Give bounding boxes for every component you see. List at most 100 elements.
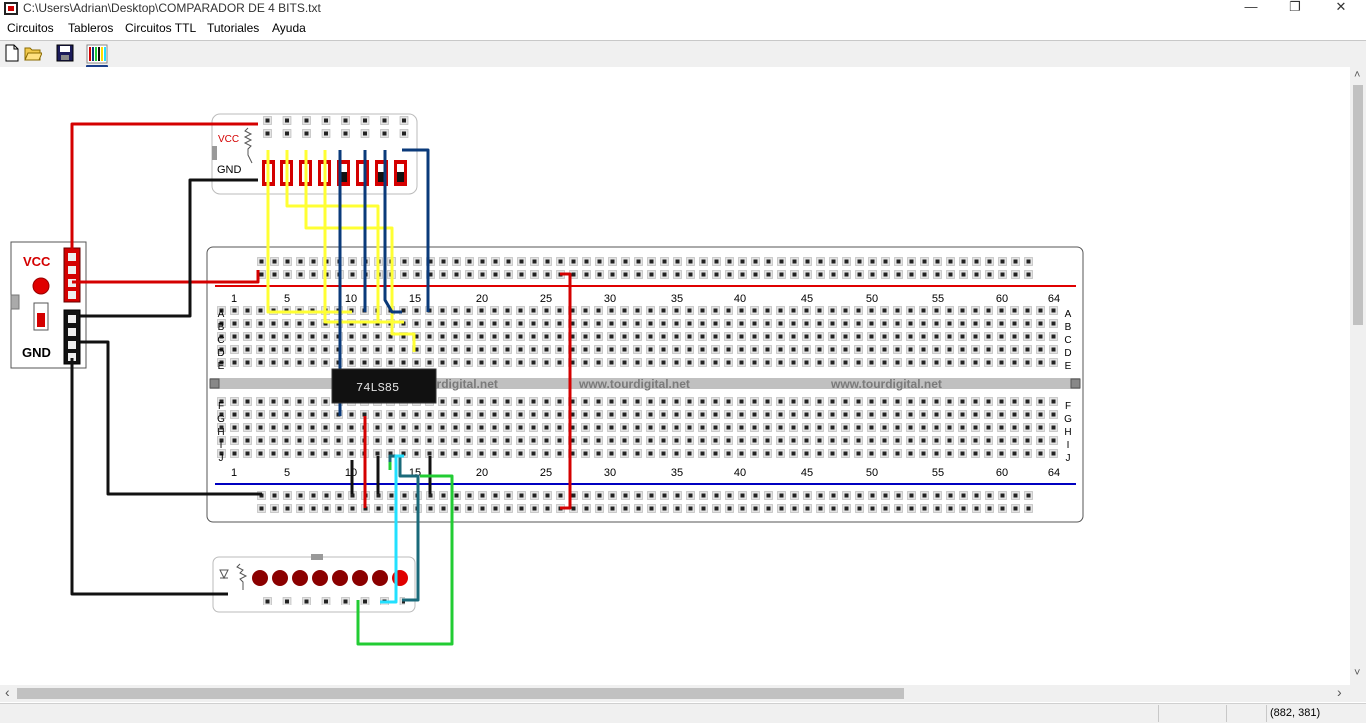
menu-bar: Circuitos Tableros Circuitos TTL Tutoria… [0,19,1366,39]
watermark-2: www.tourdigital.net [578,377,690,391]
bottom-power-rail[interactable] [256,489,1036,515]
led [372,570,388,586]
top-col-30: 30 [604,293,616,305]
menu-circuitos[interactable]: Circuitos [7,21,54,35]
switch-gnd-label: GND [217,164,242,176]
row-letter-I-left: I [220,440,223,451]
row-letter-A-right: A [1065,309,1072,320]
black-wire-gnd-leds[interactable] [70,358,228,596]
menu-circuitos-ttl[interactable]: Circuitos TTL [125,21,196,35]
bottom-terminal-strip[interactable] [216,397,1061,462]
vcc-label: VCC [23,254,51,269]
top-col-60: 60 [996,293,1008,305]
switch-vcc-label: VCC [218,134,239,145]
status-panel-2 [1226,705,1266,722]
status-bar: (882, 381) [0,703,1366,723]
row-letter-B-right: B [1065,322,1072,333]
bottom-col-25: 25 [540,467,552,479]
top-col-5: 5 [284,293,290,305]
menu-tutoriales[interactable]: Tutoriales [207,21,259,35]
row-letter-J-right: J [1066,453,1071,464]
top-col-45: 45 [801,293,813,305]
gnd-label: GND [22,345,51,360]
led [292,570,308,586]
top-col-20: 20 [476,293,488,305]
scroll-corner [1350,685,1366,702]
row-letter-G-right: G [1064,414,1072,425]
row-letter-I-right: I [1067,440,1070,451]
bottom-col-40: 40 [734,467,746,479]
row-letter-C-right: C [1064,335,1071,346]
row-letter-D-right: D [1064,348,1071,359]
row-letter-A-left: A [218,309,225,320]
bottom-col-5: 5 [284,467,290,479]
vertical-scrollbar[interactable]: ˄ ˅ [1350,67,1366,685]
bottom-col-20: 20 [476,467,488,479]
row-letter-H-left: H [217,427,224,438]
top-col-25: 25 [540,293,552,305]
menu-ayuda[interactable]: Ayuda [272,21,306,35]
row-letter-G-left: G [217,414,225,425]
led [252,570,268,586]
bottom-col-60: 60 [996,467,1008,479]
close-button[interactable]: ✕ [1318,0,1364,18]
top-terminal-strip[interactable] [216,305,1061,370]
circuit-drawing: VCC GND VCC GND www.tourdigital.net www.… [10,113,1084,646]
top-col-40: 40 [734,293,746,305]
vertical-scroll-thumb[interactable] [1353,85,1363,325]
row-letter-F-left: F [218,401,224,412]
bottom-col-45: 45 [801,467,813,479]
row-letter-C-left: C [217,335,224,346]
row-letter-E-left: E [218,361,225,372]
bottom-col-1: 1 [231,467,237,479]
led [312,570,328,586]
scroll-up-arrow[interactable]: ˄ [1354,69,1360,81]
chip-label: 74LS85 [356,381,399,395]
minimize-button[interactable]: — [1228,0,1274,18]
status-coordinates: (882, 381) [1266,705,1366,722]
title-bar: C:\Users\Adrian\Desktop\COMPARADOR DE 4 … [0,0,1366,18]
row-letter-D-left: D [217,348,224,359]
top-col-1: 1 [231,293,237,305]
led [352,570,368,586]
wires-icon[interactable] [86,44,108,68]
bottom-col-50: 50 [866,467,878,479]
scroll-left-arrow[interactable]: ‹ [5,684,10,700]
power-supply[interactable]: VCC GND [10,241,87,369]
power-led [32,277,50,295]
status-panel-1 [1158,705,1226,722]
toolbar [0,40,1366,68]
chip-74ls85[interactable]: 74LS85 [331,368,437,404]
bottom-col-55: 55 [932,467,944,479]
new-file-icon[interactable] [3,44,21,62]
bottom-col-30: 30 [604,467,616,479]
top-col-55: 55 [932,293,944,305]
horizontal-scroll-thumb[interactable] [17,688,904,699]
bottom-col-64: 64 [1048,467,1060,479]
led [272,570,288,586]
row-letter-J-left: J [219,453,224,464]
bottom-col-35: 35 [671,467,683,479]
save-icon[interactable] [56,44,74,62]
open-folder-icon[interactable] [24,44,42,62]
row-letter-F-right: F [1065,401,1071,412]
top-col-15: 15 [409,293,421,305]
top-power-rail[interactable] [256,256,1036,282]
row-letter-H-right: H [1064,427,1071,438]
row-letter-E-right: E [1065,361,1072,372]
top-col-64: 64 [1048,293,1060,305]
watermark-3: www.tourdigital.net [830,377,942,391]
circuit-canvas[interactable]: VCC GND VCC GND www.tourdigital.net www.… [0,67,1350,685]
menu-tableros[interactable]: Tableros [68,21,113,35]
top-col-50: 50 [866,293,878,305]
led-lit [392,570,408,586]
row-letter-B-left: B [218,322,225,333]
top-col-35: 35 [671,293,683,305]
led [332,570,348,586]
horizontal-scrollbar[interactable]: ‹ › [0,684,1350,702]
window-title: C:\Users\Adrian\Desktop\COMPARADOR DE 4 … [23,1,321,15]
maximize-button[interactable]: ❐ [1272,0,1318,18]
scroll-right-arrow[interactable]: › [1337,684,1342,700]
scroll-down-arrow[interactable]: ˅ [1354,667,1360,679]
top-col-10: 10 [345,293,357,305]
